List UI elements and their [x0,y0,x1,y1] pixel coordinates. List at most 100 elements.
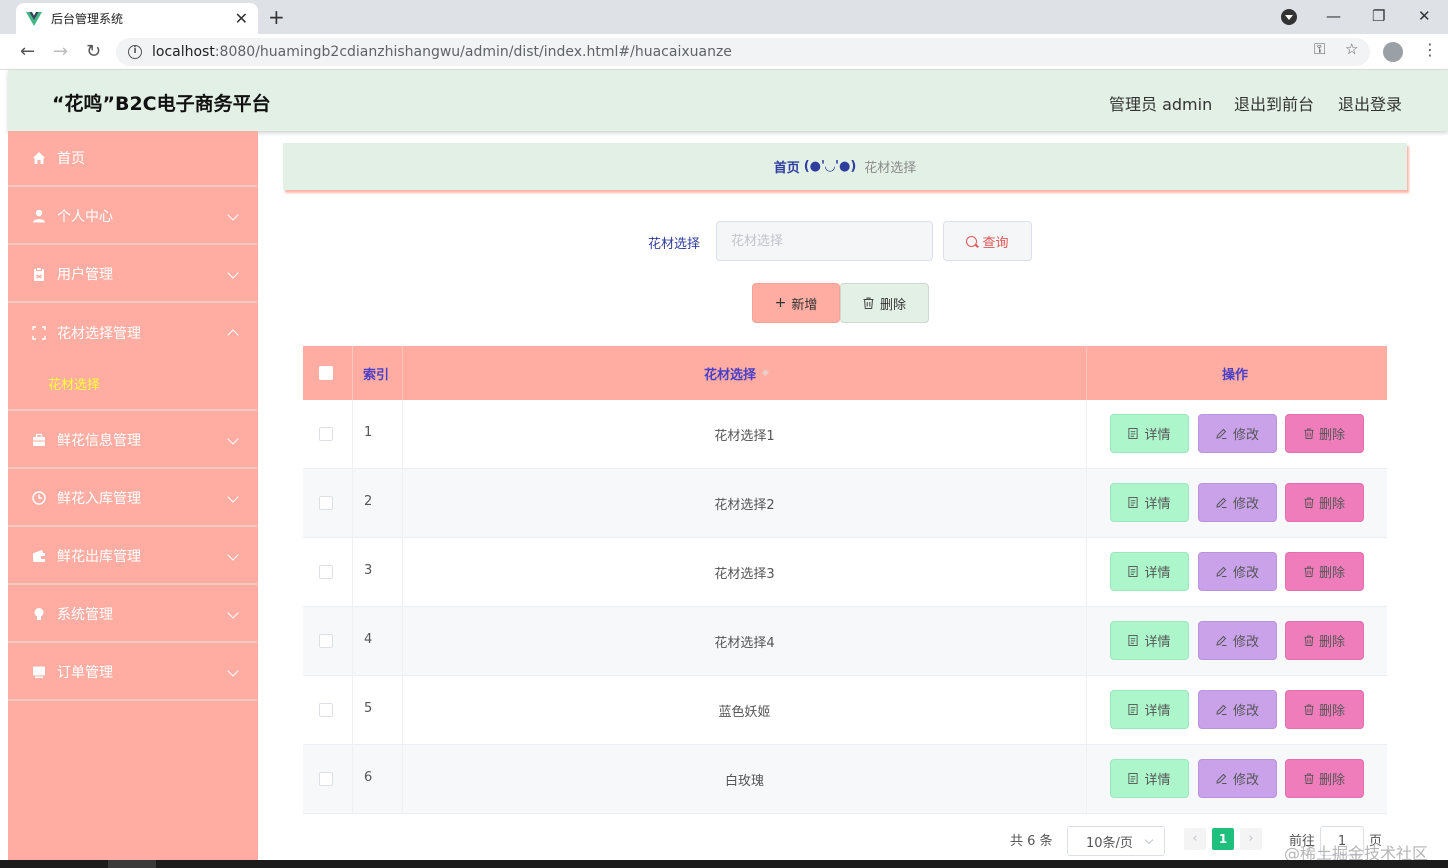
column-divider [352,607,353,676]
edit-icon [1216,566,1233,577]
logout-link[interactable]: 退出登录 [1338,91,1402,115]
edit-button[interactable]: 修改 [1198,483,1277,522]
browser-tab[interactable]: 后台管理系统 ✕ [16,3,258,34]
add-button[interactable]: + 新增 [752,283,840,323]
cell-index: 3 [364,563,373,578]
chevron-down-icon [227,491,239,503]
row-checkbox[interactable] [319,565,333,579]
search-label: 花材选择 [648,237,701,252]
document-icon [1128,704,1144,715]
edit-button[interactable]: 修改 [1198,621,1277,660]
breadcrumb-emoticon: (●'◡'●) [803,159,857,174]
breadcrumb-home[interactable]: 首页 [774,157,800,176]
row-checkbox[interactable] [319,703,333,717]
sidebar-item-flower-outbound-management[interactable]: 鲜花出库管理 [8,529,257,585]
info-icon[interactable]: i [128,45,142,59]
back-arrow-icon[interactable]: ← [20,41,35,62]
delete-button[interactable]: 删除 [1285,690,1364,729]
row-checkbox[interactable] [319,496,333,510]
breadcrumb: 首页 (●'◡'●) 花材选择 [283,143,1407,190]
search-input[interactable] [716,221,933,261]
edit-button-label: 修改 [1232,428,1259,443]
sidebar-item-system-management[interactable]: 系统管理 [8,587,257,643]
profile-icon[interactable] [1383,42,1403,62]
key-icon[interactable]: ⚿ [1314,40,1325,58]
cell-index: 1 [364,425,373,440]
select-all-checkbox[interactable] [319,366,333,380]
forward-arrow-icon[interactable]: → [53,41,68,62]
edit-button-label: 修改 [1232,773,1259,788]
page-size-select[interactable]: 10条/页 [1067,826,1165,856]
close-window-icon[interactable]: ✕ [1418,7,1431,25]
header-name[interactable]: 花材选择 ◆ [704,346,769,400]
edit-button-label: 修改 [1232,497,1259,512]
cell-index: 6 [364,770,373,785]
delete-button[interactable]: 删除 [1285,552,1364,591]
next-page-button[interactable]: › [1240,828,1262,850]
edit-icon [1216,704,1233,715]
table-row: 1 花材选择1 详情 修改 删除 [303,400,1387,469]
page-size-value: 10条/页 [1086,835,1133,851]
detail-button[interactable]: 详情 [1110,621,1189,660]
exit-to-front-link[interactable]: 退出到前台 [1234,91,1314,115]
sidebar-item-flower-info-management[interactable]: 鲜花信息管理 [8,413,257,469]
sidebar-item-user-management[interactable]: 用户管理 [8,247,257,303]
edit-button[interactable]: 修改 [1198,690,1277,729]
sidebar-item-flower-inbound-management[interactable]: 鲜花入库管理 [8,471,257,527]
url-input[interactable]: i localhost:8080/huamingb2cdianzhishangw… [116,38,1370,66]
taskbar-item[interactable] [108,860,156,868]
prev-page-button[interactable]: ‹ [1184,828,1206,850]
new-tab-button[interactable]: + [268,5,285,29]
tab-search-icon[interactable] [1281,9,1297,25]
page-number-current[interactable]: 1 [1212,828,1234,850]
column-divider [352,676,353,745]
edit-button[interactable]: 修改 [1198,759,1277,798]
pagination-total: 共 6 条 [1010,834,1053,849]
delete-button[interactable]: 删除 [1285,759,1364,798]
row-checkbox[interactable] [319,772,333,786]
delete-button[interactable]: 删除 [1285,483,1364,522]
edit-button[interactable]: 修改 [1198,414,1277,453]
delete-button[interactable]: 删除 [1285,414,1364,453]
row-checkbox[interactable] [319,427,333,441]
delete-button[interactable]: 删除 [1285,621,1364,660]
column-divider [402,346,403,400]
delete-button-label: 删除 [1318,428,1345,443]
detail-button[interactable]: 详情 [1110,759,1189,798]
reload-icon[interactable]: ↻ [86,41,101,62]
batch-delete-button[interactable]: 删除 [840,283,929,323]
detail-button[interactable]: 详情 [1110,483,1189,522]
url-text: localhost:8080/huamingb2cdianzhishangwu/… [152,44,732,60]
detail-button[interactable]: 详情 [1110,414,1189,453]
edit-button[interactable]: 修改 [1198,552,1277,591]
sidebar-subitem-flower-material[interactable]: 花材选择 [8,357,257,411]
edit-icon [1216,773,1233,784]
document-icon [1128,773,1144,784]
detail-button[interactable]: 详情 [1110,552,1189,591]
close-tab-icon[interactable]: ✕ [235,9,248,28]
edit-icon [1216,635,1233,646]
header-actions: 操作 [1222,367,1249,383]
menu-icon[interactable]: ⋮ [1422,40,1438,59]
column-divider [352,745,353,814]
minimize-icon[interactable]: — [1326,7,1341,25]
app-header: “花鸣”B2C电子商务平台 管理员 admin 退出到前台 退出登录 [8,70,1448,131]
star-icon[interactable]: ☆ [1345,40,1358,58]
detail-button[interactable]: 详情 [1110,690,1189,729]
cell-index: 2 [364,494,373,509]
chevron-down-icon [227,665,239,677]
admin-user-label: 管理员 admin [1109,95,1213,114]
row-checkbox[interactable] [319,634,333,648]
column-divider [1086,400,1087,469]
detail-button-label: 详情 [1144,704,1171,719]
sidebar-item-personal-center[interactable]: 个人中心 [8,189,257,245]
clipboard-icon [34,267,44,281]
sidebar-item-flower-material-management[interactable]: 花材选择管理 [8,305,257,361]
delete-button-label: 删除 [1318,566,1345,581]
sidebar-item-home[interactable]: 首页 [8,131,257,187]
lightbulb-icon [34,608,44,620]
search-button[interactable]: 查询 [943,221,1032,261]
sort-icon[interactable]: ◆ [762,368,769,378]
sidebar-item-order-management[interactable]: 订单管理 [8,645,257,701]
restore-icon[interactable]: ❐ [1372,7,1385,25]
